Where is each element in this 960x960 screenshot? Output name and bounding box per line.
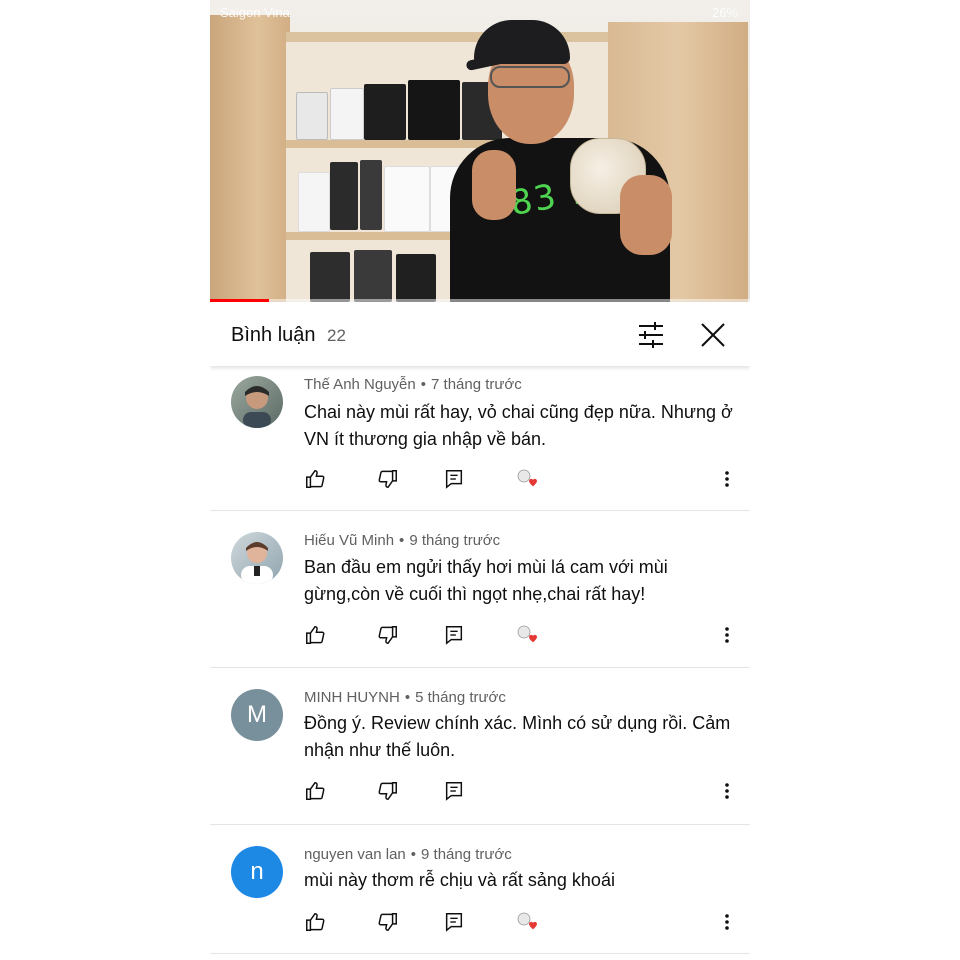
battery-label: 26% (711, 5, 738, 20)
comment-text: Chai này mùi rất hay, vỏ chai cũng đẹp n… (304, 402, 733, 449)
perfume-box (330, 88, 364, 140)
status-bar: Saigon Vina 26% (210, 0, 750, 26)
perfume-box (364, 84, 406, 140)
creator-heart-icon (514, 911, 542, 933)
comment-meta: MINH HUYNH • 5 tháng trước (304, 689, 506, 706)
comments-title: Bình luận (231, 324, 316, 346)
comment-time: 9 tháng trước (421, 846, 512, 863)
comment-actions (304, 468, 744, 492)
avatar[interactable]: M (231, 689, 283, 741)
more-options-icon[interactable] (722, 780, 732, 802)
comment-item: Hiếu Vũ Minh • 9 tháng trước Ban đầu em ng… (210, 511, 750, 668)
perfume-box (408, 80, 460, 140)
creator-heart-icon (514, 468, 542, 490)
more-options-icon[interactable] (722, 911, 732, 933)
reply-icon[interactable] (443, 624, 465, 646)
close-icon[interactable] (698, 320, 728, 350)
comment-author[interactable]: nguyen van lan (304, 846, 406, 863)
comment-item: n nguyen van lan • 9 tháng trước mùi này t… (210, 825, 750, 954)
comment-text: Ban đầu em ngửi thấy hơi mùi lá cam với … (304, 557, 668, 604)
comments-count: 22 (327, 326, 346, 345)
tune-icon[interactable] (636, 320, 666, 350)
perfume-box (310, 252, 350, 302)
thumbs-down-icon[interactable] (377, 780, 399, 802)
comment-actions (304, 911, 744, 935)
cabinet-door-left (210, 15, 290, 302)
perfume-box (354, 250, 392, 302)
comment-item: M MINH HUYNH • 5 tháng trước Đồng ý. Revie… (210, 668, 750, 825)
thumbs-down-icon[interactable] (377, 911, 399, 933)
reply-icon[interactable] (443, 780, 465, 802)
comment-text: Đồng ý. Review chính xác. Mình có sử dụn… (304, 713, 731, 760)
presenter-hand (620, 175, 672, 255)
perfume-box (384, 166, 430, 232)
comment-author[interactable]: Hiếu Vũ Minh (304, 532, 394, 549)
thumbs-up-icon[interactable] (304, 780, 326, 802)
comment-author[interactable]: MINH HUYNH (304, 689, 400, 706)
perfume-box (296, 92, 328, 140)
comment-actions (304, 624, 744, 648)
perfume-box (396, 254, 436, 302)
perfume-box (298, 172, 330, 232)
reply-icon[interactable] (443, 911, 465, 933)
perfume-box (330, 162, 358, 230)
comment-meta: nguyen van lan • 9 tháng trước (304, 846, 512, 863)
comment-author[interactable]: Thế Anh Nguyễn (304, 376, 416, 393)
comment-time: 7 tháng trước (431, 376, 522, 393)
thumbs-down-icon[interactable] (377, 468, 399, 490)
reply-icon[interactable] (443, 468, 465, 490)
comment-time: 9 tháng trước (409, 532, 501, 549)
more-options-icon[interactable] (722, 468, 732, 490)
avatar[interactable] (231, 376, 283, 428)
creator-heart-icon (514, 624, 542, 646)
comments-header: Bình luận 22 (210, 302, 750, 366)
comment-meta: Thế Anh Nguyễn • 7 tháng trước (304, 376, 522, 393)
comment-text: mùi này thơm rễ chịu và rất sảng khoái (304, 870, 615, 890)
more-options-icon[interactable] (722, 624, 732, 646)
thumbs-up-icon[interactable] (304, 624, 326, 646)
avatar[interactable] (231, 532, 283, 584)
comment-item: Thế Anh Nguyễn • 7 tháng trước Chai này mù… (210, 366, 750, 511)
perfume-box (360, 160, 382, 230)
comment-time: 5 tháng trước (415, 689, 506, 706)
video-player[interactable]: 83 19 Saigon Vina 26% (210, 0, 750, 302)
thumbs-up-icon[interactable] (304, 911, 326, 933)
thumbs-up-icon[interactable] (304, 468, 326, 490)
comment-meta: Hiếu Vũ Minh • 9 tháng trước (304, 532, 501, 549)
phone-screen: 83 19 Saigon Vina 26% Bình luận 22 Thế A… (210, 0, 750, 960)
presenter-hand (472, 150, 516, 220)
presenter-glasses (490, 66, 570, 88)
avatar[interactable]: n (231, 846, 283, 898)
carrier-label: Saigon Vina (220, 5, 290, 20)
thumbs-down-icon[interactable] (377, 624, 399, 646)
comment-actions (304, 780, 744, 804)
